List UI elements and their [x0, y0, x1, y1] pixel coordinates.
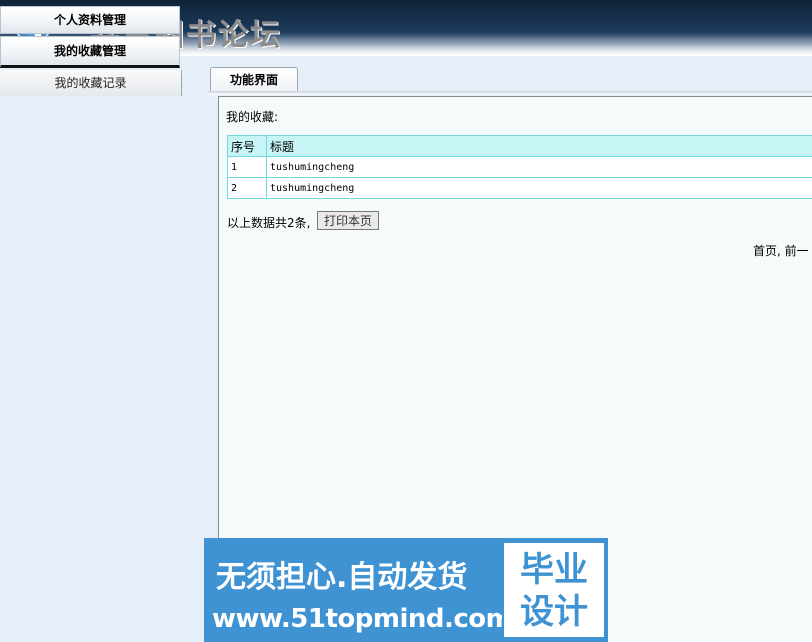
menu-favorites-management[interactable]: 我的收藏管理 — [0, 36, 180, 68]
pagination[interactable]: 首页, 前一 — [753, 242, 809, 259]
record-count-text: 以上数据共2条, — [227, 216, 311, 230]
tab-underline — [208, 91, 812, 95]
submenu-favorites-records[interactable]: 我的收藏记录 — [0, 70, 182, 96]
row-title[interactable]: tushumingcheng — [266, 156, 812, 178]
column-header-title: 标题 — [266, 135, 812, 157]
favorites-heading: 我的收藏: — [226, 110, 279, 124]
column-header-index: 序号 — [227, 135, 267, 157]
watermark-slogan: 无须担心.自动发货 — [216, 560, 468, 595]
row-title[interactable]: tushumingcheng — [266, 177, 812, 199]
table-row[interactable]: 2 tushumingcheng — [227, 177, 812, 199]
tab-function[interactable]: 功能界面 — [210, 67, 298, 92]
table-row[interactable]: 1 tushumingcheng — [227, 156, 812, 178]
row-index: 2 — [227, 177, 267, 199]
watermark-url: www.51topmind.com — [212, 604, 513, 634]
favorites-table: 序号 标题 1 tushumingcheng 2 tushumingcheng — [227, 135, 812, 199]
sidebar — [0, 56, 206, 642]
watermark-badge: 毕业 设计 — [502, 541, 606, 639]
watermark-badge-line1: 毕业 — [520, 550, 588, 590]
watermark-badge-line2: 设计 — [520, 592, 588, 632]
menu-profile-management[interactable]: 个人资料管理 — [0, 6, 180, 34]
table-header-row: 序号 标题 — [227, 135, 812, 157]
row-index: 1 — [227, 156, 267, 178]
print-page-button[interactable]: 打印本页 — [317, 211, 379, 230]
